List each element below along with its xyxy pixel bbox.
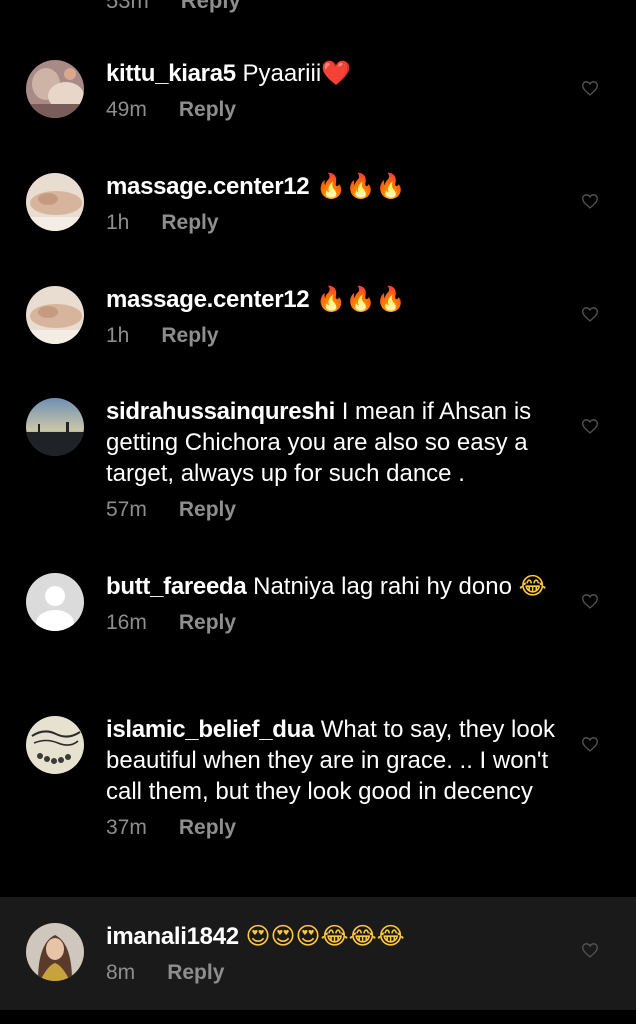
- comment-text: Natniya lag rahi hy dono: [246, 573, 519, 600]
- fire-emoji: 🔥🔥🔥: [316, 285, 406, 313]
- comment-time: 53m: [106, 0, 149, 13]
- reply-button[interactable]: Reply: [179, 816, 236, 840]
- comment-item: massage.center12 🔥🔥🔥 1h Reply: [0, 171, 636, 251]
- comment-username[interactable]: islamic_belief_dua: [106, 716, 314, 743]
- comment-item: massage.center12 🔥🔥🔥 1h Reply: [0, 284, 636, 364]
- like-heart-icon[interactable]: [581, 736, 599, 752]
- heart-emoji: ❤️: [321, 59, 352, 87]
- reply-button[interactable]: Reply: [179, 98, 236, 122]
- like-heart-icon[interactable]: [581, 80, 599, 96]
- comment-username[interactable]: butt_fareeda: [106, 573, 247, 600]
- comment-item: islamic_belief_dua What to say, they loo…: [0, 714, 636, 884]
- comment-username[interactable]: sidrahussainqureshi: [106, 398, 335, 425]
- like-heart-icon[interactable]: [581, 306, 599, 322]
- avatar[interactable]: [26, 286, 84, 344]
- comment-item: butt_fareeda Natniya lag rahi hy dono 😂 …: [0, 571, 636, 681]
- avatar[interactable]: [26, 398, 84, 456]
- avatar[interactable]: [26, 60, 84, 118]
- partial-comment-meta: 53m Reply: [106, 0, 241, 14]
- comment-time: 1h: [106, 211, 130, 234]
- comment-time: 57m: [106, 498, 147, 521]
- reply-button[interactable]: Reply: [179, 498, 236, 522]
- comment-time: 8m: [106, 961, 136, 984]
- avatar[interactable]: [26, 923, 84, 981]
- reply-button[interactable]: Reply: [161, 211, 218, 235]
- default-user-icon: [26, 573, 84, 631]
- comment-time: 16m: [106, 611, 147, 634]
- avatar[interactable]: [26, 173, 84, 231]
- comment-username[interactable]: massage.center12: [106, 286, 310, 313]
- reply-button[interactable]: Reply: [161, 324, 218, 348]
- comment-time: 49m: [106, 98, 147, 121]
- comment-item: sidrahussainqureshi I mean if Ahsan is g…: [0, 396, 636, 536]
- comment-item-highlighted: imanali1842 😍😍😍😂😂😂 8m Reply: [0, 897, 636, 1010]
- comment-text: [309, 173, 316, 200]
- comment-time: 1h: [106, 324, 130, 347]
- reply-button[interactable]: Reply: [179, 611, 236, 635]
- like-heart-icon[interactable]: [581, 193, 599, 209]
- like-heart-icon[interactable]: [581, 942, 599, 958]
- comment-username[interactable]: imanali1842: [106, 923, 239, 950]
- reply-button[interactable]: Reply: [181, 0, 241, 14]
- comment-username[interactable]: kittu_kiara5: [106, 60, 236, 87]
- comment-text: Pyaariii: [235, 60, 322, 87]
- avatar[interactable]: [26, 573, 84, 631]
- avatar[interactable]: [26, 716, 84, 774]
- emoji-reactions: 😍😍😍😂😂😂: [245, 922, 405, 950]
- comment-username[interactable]: massage.center12: [106, 173, 310, 200]
- reply-button[interactable]: Reply: [167, 961, 224, 985]
- comment-item: kittu_kiara5 Pyaariii❤️ 49m Reply: [0, 58, 636, 138]
- like-heart-icon[interactable]: [581, 593, 599, 609]
- comment-time: 37m: [106, 816, 147, 839]
- fire-emoji: 🔥🔥🔥: [316, 172, 406, 200]
- like-heart-icon[interactable]: [581, 418, 599, 434]
- comment-text: [309, 286, 316, 313]
- laughing-emoji: 😂: [518, 572, 547, 600]
